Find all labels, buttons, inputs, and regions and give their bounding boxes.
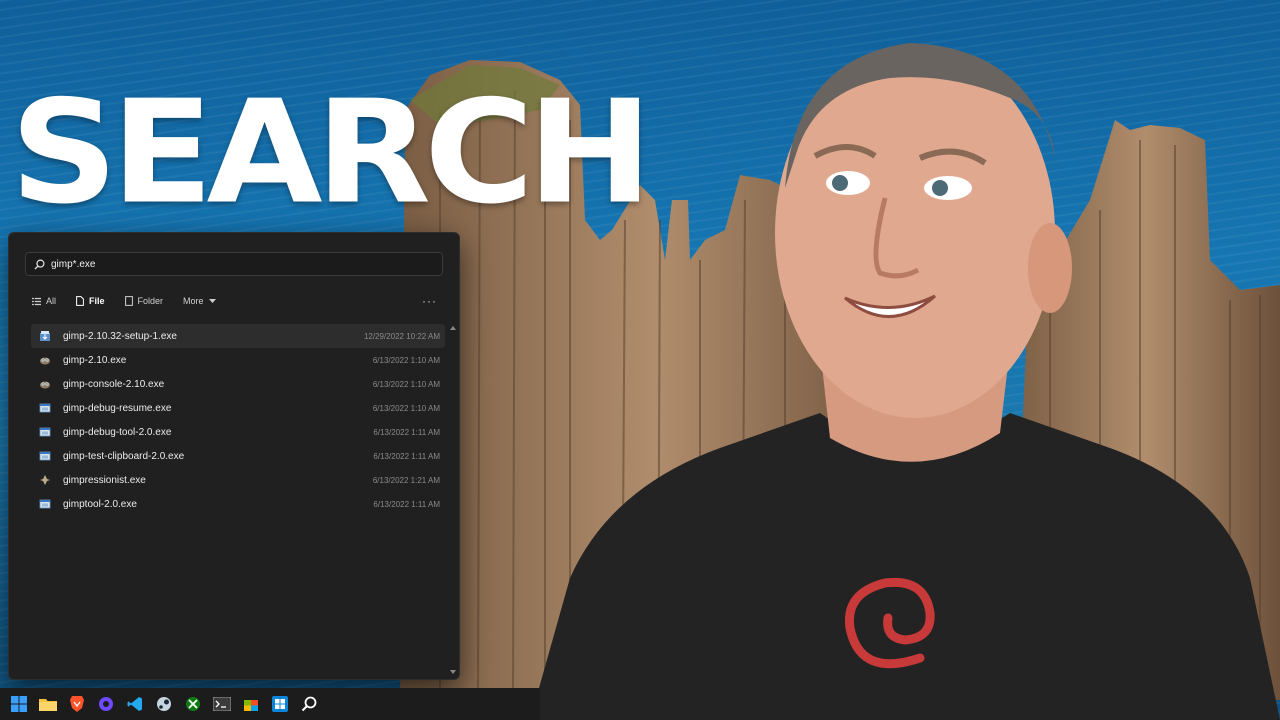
result-row[interactable]: gimp-test-clipboard-2.0.exe 6/13/2022 1:1…: [31, 444, 445, 468]
taskbar-windows-start-button[interactable]: [6, 691, 32, 717]
result-name: gimp-debug-tool-2.0.exe: [63, 426, 172, 438]
scrollbar[interactable]: [450, 326, 456, 674]
filter-more[interactable]: More: [176, 292, 223, 310]
result-date: 6/13/2022 1:10 AM: [372, 355, 440, 365]
result-row[interactable]: gimp-2.10.32-setup-1.exe 12/29/2022 10:22…: [31, 324, 445, 348]
taskbar-steam-button[interactable]: [151, 691, 177, 717]
taskbar-store-button[interactable]: [238, 691, 264, 717]
results-list: gimp-2.10.32-setup-1.exe 12/29/2022 10:22…: [31, 324, 445, 516]
exe-icon: [39, 426, 51, 438]
filter-folder-label: Folder: [137, 296, 164, 306]
file-explorer-icon: [39, 696, 57, 712]
exe-icon: [39, 498, 51, 510]
search-icon: [34, 259, 45, 270]
vscode-icon: [127, 696, 143, 712]
result-date: 6/13/2022 1:11 AM: [373, 499, 440, 509]
taskbar-windows-app-button[interactable]: [267, 691, 293, 717]
filter-all-label: All: [46, 296, 57, 306]
result-name: gimp-test-clipboard-2.0.exe: [63, 450, 185, 462]
installer-icon: [39, 330, 51, 342]
filter-file[interactable]: File: [69, 292, 112, 310]
taskbar-xbox-button[interactable]: [180, 691, 206, 717]
folder-icon: [124, 296, 133, 306]
chevron-down-icon: [208, 298, 216, 303]
search-box[interactable]: [25, 252, 443, 276]
exe-icon: [39, 450, 51, 462]
search-input[interactable]: [51, 258, 411, 270]
taskbar: [0, 688, 540, 720]
filter-all[interactable]: All: [25, 292, 63, 310]
result-name: gimptool-2.0.exe: [63, 498, 137, 510]
taskbar-terminal-button[interactable]: [209, 691, 235, 717]
proton-icon: [98, 696, 114, 712]
result-row[interactable]: gimp-debug-resume.exe 6/13/2022 1:10 AM: [31, 396, 445, 420]
filter-file-label: File: [89, 296, 105, 306]
filter-bar: All File Folder More ···: [25, 292, 443, 310]
result-date: 12/29/2022 10:22 AM: [363, 331, 440, 341]
taskbar-search-button[interactable]: [296, 691, 322, 717]
more-options-button[interactable]: ···: [416, 294, 443, 308]
taskbar-file-explorer-button[interactable]: [35, 691, 61, 717]
terminal-icon: [213, 697, 231, 711]
filter-folder[interactable]: Folder: [118, 292, 171, 310]
result-name: gimp-2.10.32-setup-1.exe: [63, 330, 177, 342]
list-icon: [32, 297, 41, 305]
result-row[interactable]: gimp-2.10.exe 6/13/2022 1:10 AM: [31, 348, 445, 372]
search-panel: All File Folder More ··· gimp-2.10.32-se…: [8, 232, 460, 680]
steam-icon: [156, 696, 172, 712]
xbox-icon: [185, 696, 201, 712]
store-icon: [243, 696, 259, 712]
scroll-up-arrow[interactable]: [450, 326, 456, 330]
result-date: 6/13/2022 1:11 AM: [373, 427, 440, 437]
taskbar-proton-button[interactable]: [93, 691, 119, 717]
filter-more-label: More: [183, 296, 204, 306]
presenter-photo: [530, 43, 1280, 720]
taskbar-brave-browser-button[interactable]: [64, 691, 90, 717]
result-date: 6/13/2022 1:11 AM: [373, 451, 440, 461]
result-date: 6/13/2022 1:21 AM: [372, 475, 440, 485]
gimpressionist-icon: [39, 474, 51, 486]
gimp-icon: [39, 354, 51, 366]
scroll-down-arrow[interactable]: [450, 670, 456, 674]
result-name: gimp-debug-resume.exe: [63, 402, 172, 414]
result-name: gimp-2.10.exe: [63, 354, 127, 366]
windows-start-icon: [11, 696, 27, 712]
windows-app-icon: [272, 696, 288, 712]
result-row[interactable]: gimpressionist.exe 6/13/2022 1:21 AM: [31, 468, 445, 492]
result-date: 6/13/2022 1:10 AM: [372, 403, 440, 413]
result-row[interactable]: gimp-console-2.10.exe 6/13/2022 1:10 AM: [31, 372, 445, 396]
taskbar-vscode-button[interactable]: [122, 691, 148, 717]
result-name: gimpressionist.exe: [63, 474, 146, 486]
result-date: 6/13/2022 1:10 AM: [372, 379, 440, 389]
file-icon: [76, 296, 84, 306]
result-row[interactable]: gimp-debug-tool-2.0.exe 6/13/2022 1:11 AM: [31, 420, 445, 444]
result-name: gimp-console-2.10.exe: [63, 378, 165, 390]
gimp-icon: [39, 378, 51, 390]
result-row[interactable]: gimptool-2.0.exe 6/13/2022 1:11 AM: [31, 492, 445, 516]
brave-browser-icon: [69, 695, 85, 713]
search-icon: [301, 696, 317, 712]
exe-icon: [39, 402, 51, 414]
